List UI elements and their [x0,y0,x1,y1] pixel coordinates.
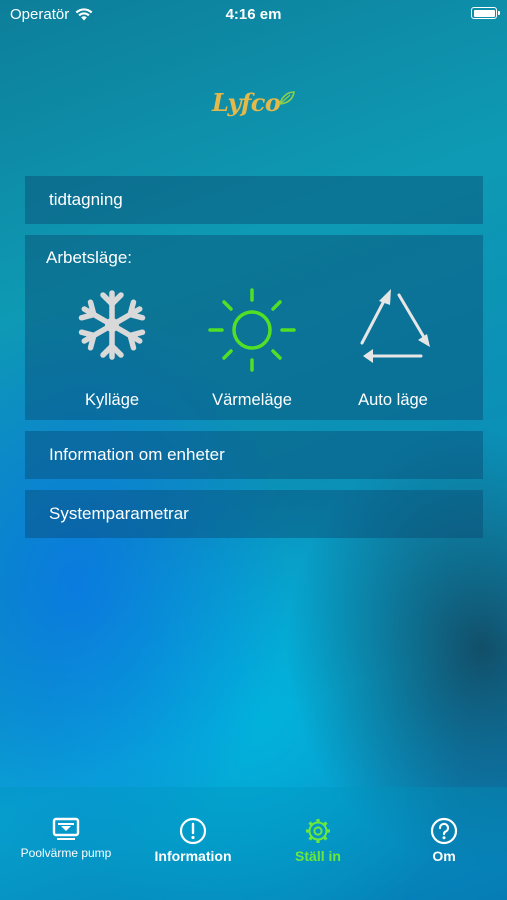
exclamation-circle-icon [179,817,207,845]
status-time: 4:16 em [225,6,282,23]
timing-row[interactable]: tidtagning [25,176,483,224]
device-info-row[interactable]: Information om enheter [25,431,483,479]
cool-mode-label: Kylläge [84,391,140,409]
tab-settings[interactable]: Ställ in [255,817,381,864]
auto-mode-button[interactable]: Auto läge [333,285,453,409]
heat-mode-label: Värmeläge [212,391,292,409]
question-circle-icon [430,817,458,845]
battery-icon [471,7,500,19]
work-mode-panel: Arbetsläge: Kylläge Värmeläge Auto läge [25,235,483,420]
tab-settings-label: Ställ in [295,848,341,864]
system-params-row[interactable]: Systemparametrar [25,490,483,538]
cool-mode-button[interactable]: Kylläge [52,285,172,409]
system-params-label: Systemparametrar [49,504,189,523]
tab-pool-pump-label: Poolvärme pump [20,846,112,860]
pool-pump-icon [52,817,80,840]
logo-text: Lyfco [212,88,281,117]
snowflake-icon [78,290,146,360]
tab-about[interactable]: Om [381,817,507,864]
gear-icon [306,819,330,843]
timing-label: tidtagning [49,190,123,209]
triangle-arrows-icon [360,289,430,363]
tab-information[interactable]: Information [130,817,256,864]
auto-mode-label: Auto läge [358,391,428,409]
sun-icon [208,288,296,372]
brand-logo: Lyfco [212,88,296,117]
tab-about-label: Om [432,848,456,864]
tab-pool-pump[interactable]: Poolvärme pump [3,817,129,860]
tab-information-label: Information [154,848,232,864]
device-info-label: Information om enheter [49,445,225,464]
heat-mode-button[interactable]: Värmeläge [192,285,312,409]
leaf-icon [279,91,296,105]
status-bar: Operatör 4:16 em [0,0,507,30]
tab-bar: Poolvärme pump Information Ställ in Om [0,787,507,900]
work-mode-title: Arbetsläge: [46,248,132,267]
